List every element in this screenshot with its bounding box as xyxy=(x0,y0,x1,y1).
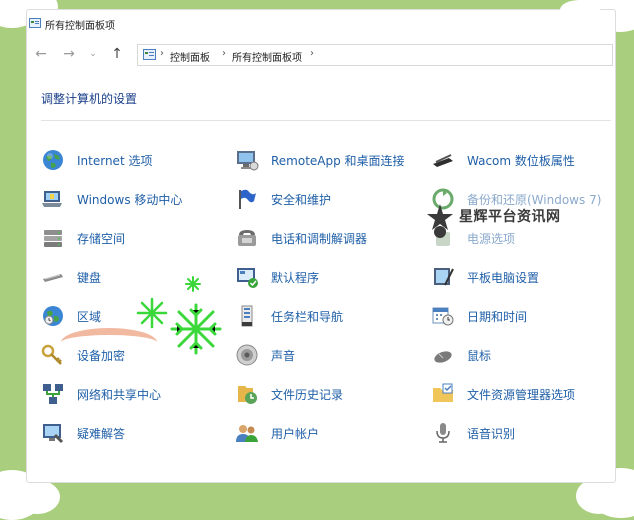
snowflake-icon xyxy=(136,297,168,329)
region-icon xyxy=(43,306,63,326)
item-remoteapp[interactable]: RemoteApp 和桌面连接 xyxy=(235,146,405,174)
forward-button[interactable]: → xyxy=(59,44,79,64)
breadcrumb-all-items[interactable]: 所有控制面板项 xyxy=(232,49,302,64)
chevron-right-icon: › xyxy=(310,48,314,59)
user-accounts-icon xyxy=(236,425,258,442)
recent-locations-button[interactable]: ⌄ xyxy=(83,44,103,64)
item-network-sharing[interactable]: 网络和共享中心 xyxy=(41,380,161,408)
item-explorer-options[interactable]: 文件资源管理器选项 xyxy=(431,380,575,408)
item-troubleshooting[interactable]: 疑难解答 xyxy=(41,419,125,447)
item-internet-options[interactable]: Internet 选项 xyxy=(41,146,152,174)
item-date-time[interactable]: 日期和时间 xyxy=(431,302,527,330)
file-history-icon xyxy=(238,386,257,404)
item-taskbar-navigation[interactable]: 任务栏和导航 xyxy=(235,302,343,330)
item-storage-spaces[interactable]: 存储空间 xyxy=(41,224,125,252)
phone-modem-icon xyxy=(238,230,256,246)
troubleshoot-icon xyxy=(43,424,64,444)
item-sound[interactable]: 声音 xyxy=(235,341,295,369)
arrow-up-icon: ↑ xyxy=(111,46,123,62)
item-mouse[interactable]: 鼠标 xyxy=(431,341,491,369)
speaker-icon xyxy=(236,344,258,366)
microphone-icon xyxy=(436,423,450,443)
up-button[interactable]: ↑ xyxy=(107,44,127,64)
snowflake-icon xyxy=(185,276,201,292)
remote-desktop-icon xyxy=(237,151,259,171)
arrow-left-icon: ← xyxy=(35,46,47,62)
watermark-logo-icon xyxy=(427,204,453,238)
navigation-bar: ← → ⌄ ↑ › 控制面板 › 所有控制面板项 › xyxy=(27,40,615,68)
mouse-icon xyxy=(434,351,452,363)
item-speech-recognition[interactable]: 语音识别 xyxy=(431,419,515,447)
globe-icon xyxy=(43,150,63,170)
default-programs-icon xyxy=(237,268,258,288)
title-bar: 所有控制面板项 xyxy=(27,10,615,38)
swoosh-decoration xyxy=(61,328,157,357)
item-phone-modem[interactable]: 电话和调制解调器 xyxy=(235,224,367,252)
item-user-accounts[interactable]: 用户帐户 xyxy=(235,419,319,447)
cloud-decoration xyxy=(560,0,600,20)
control-panel-icon xyxy=(143,49,156,60)
back-button[interactable]: ← xyxy=(31,44,51,64)
breadcrumb-control-panel[interactable]: 控制面板 xyxy=(170,49,210,64)
keyboard-icon xyxy=(43,274,63,282)
folder-options-icon xyxy=(433,383,453,402)
item-security-maintenance[interactable]: 安全和维护 xyxy=(235,185,331,213)
cloud-decoration xyxy=(14,480,60,514)
taskbar-icon xyxy=(241,305,253,327)
address-bar[interactable]: › 控制面板 › 所有控制面板项 › xyxy=(137,44,613,66)
security-flag-icon xyxy=(239,189,256,209)
divider xyxy=(41,120,611,121)
window-title: 所有控制面板项 xyxy=(45,21,115,32)
tablet-icon xyxy=(434,268,454,286)
item-keyboard[interactable]: 键盘 xyxy=(41,263,101,291)
item-mobility-center[interactable]: Windows 移动中心 xyxy=(41,185,182,213)
page-heading: 调整计算机的设置 xyxy=(41,92,138,106)
item-tablet-settings[interactable]: 平板电脑设置 xyxy=(431,263,539,291)
item-region[interactable]: 区域 xyxy=(41,302,101,330)
network-icon xyxy=(43,384,63,404)
storage-icon xyxy=(44,230,62,247)
chevron-right-icon: › xyxy=(160,48,164,59)
mobility-center-icon xyxy=(42,191,62,207)
snowflake-icon xyxy=(170,303,222,355)
chevron-right-icon: › xyxy=(222,48,226,59)
pen-tablet-icon xyxy=(433,154,453,167)
watermark-text: 星辉平台资讯网 xyxy=(459,209,561,225)
cloud-decoration xyxy=(576,478,622,514)
control-panel-window: 所有控制面板项 ← → ⌄ ↑ › 控制面板 › 所有控制面板项 › 调整计算机… xyxy=(27,10,615,482)
item-wacom-tablet[interactable]: Wacom 数位板属性 xyxy=(431,146,575,174)
arrow-right-icon: → xyxy=(63,46,75,62)
item-file-history[interactable]: 文件历史记录 xyxy=(235,380,343,408)
encryption-key-icon xyxy=(41,344,62,365)
chevron-down-icon: ⌄ xyxy=(89,48,97,59)
control-panel-icon xyxy=(29,18,41,28)
calendar-clock-icon xyxy=(432,307,454,326)
item-default-programs[interactable]: 默认程序 xyxy=(235,263,319,291)
